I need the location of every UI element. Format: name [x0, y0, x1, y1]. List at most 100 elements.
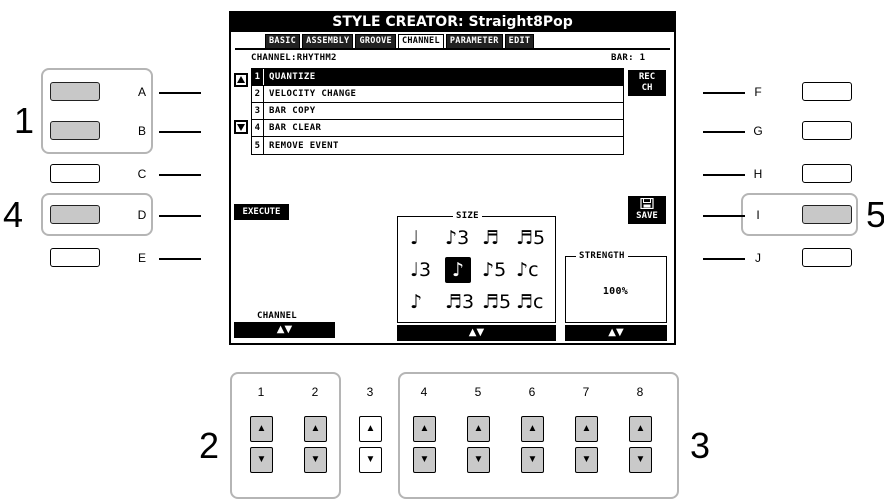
size-box: SIZE ♩ ♪3 ♬ ♬5 ♩3 ♪ ♪5 ♪c ♪ ♬3 ♬5 ♬c [397, 211, 556, 323]
strength-box: STRENGTH 100% [565, 251, 667, 323]
screen-title: STYLE CREATOR: Straight8Pop [231, 13, 674, 32]
button-a-leader [159, 92, 201, 94]
note-quarter-triplet-icon[interactable]: ♩3 [410, 257, 436, 283]
up-arrow-icon: ▲ [527, 423, 538, 434]
tab-parameter[interactable]: PARAMETER [445, 34, 503, 49]
note-sixteenth-combo-icon[interactable]: ♬c [516, 289, 543, 315]
button-j[interactable] [802, 248, 852, 267]
note-eighth-triplet-icon[interactable]: ♪3 [445, 225, 471, 251]
list-up-arrow-icon[interactable] [234, 73, 248, 87]
button-e-leader [159, 258, 201, 260]
button-1-label: 1 [257, 385, 265, 399]
note-eighth-icon[interactable]: ♪ [410, 289, 436, 315]
button-7-label: 7 [582, 385, 590, 399]
updown-1: ▲ ▼ [250, 416, 273, 473]
button-h-leader [703, 174, 745, 176]
execute-button[interactable]: EXECUTE [234, 204, 289, 220]
button-i-label: I [756, 208, 760, 222]
button-4-down[interactable]: ▼ [413, 447, 436, 473]
callout-4: 4 [3, 194, 24, 235]
button-5-up[interactable]: ▲ [467, 416, 490, 442]
job-label: BAR COPY [269, 106, 316, 116]
job-number: 2 [252, 86, 264, 102]
up-arrow-icon: ▲ [256, 423, 267, 434]
job-item-bar-copy[interactable]: 3 BAR COPY [252, 103, 623, 120]
button-5-down[interactable]: ▼ [467, 447, 490, 473]
button-7-up[interactable]: ▲ [575, 416, 598, 442]
button-8-down[interactable]: ▼ [629, 447, 652, 473]
channel-dial-bar[interactable]: ▲▼ [234, 322, 335, 338]
down-arrow-icon: ▼ [581, 454, 592, 465]
down-arrow-icon: ▼ [310, 454, 321, 465]
up-arrow-icon: ▲ [473, 423, 484, 434]
tab-groove[interactable]: GROOVE [355, 34, 396, 49]
button-f[interactable] [802, 82, 852, 101]
up-arrow-icon: ▲ [310, 423, 321, 434]
rec-ch-button[interactable]: REC CH [628, 70, 666, 96]
button-3-down[interactable]: ▼ [359, 447, 382, 473]
updown-4: ▲ ▼ [413, 416, 436, 473]
tab-basic[interactable]: BASIC [265, 34, 301, 49]
updown-8: ▲ ▼ [629, 416, 652, 473]
button-6-up[interactable]: ▲ [521, 416, 544, 442]
button-b[interactable] [50, 121, 100, 140]
up-arrow-icon: ▲ [419, 423, 430, 434]
callout-5: 5 [866, 194, 884, 235]
size-dial-bar[interactable]: ▲▼ [397, 325, 556, 341]
job-item-quantize[interactable]: 1 QUANTIZE [252, 69, 623, 86]
job-number: 3 [252, 103, 264, 119]
job-label: REMOVE EVENT [269, 140, 339, 151]
button-i-leader [703, 215, 745, 217]
button-a[interactable] [50, 82, 100, 101]
button-1-up[interactable]: ▲ [250, 416, 273, 442]
note-sixteenth-icon[interactable]: ♬ [482, 225, 508, 251]
button-3-up[interactable]: ▲ [359, 416, 382, 442]
button-g[interactable] [802, 121, 852, 140]
button-c[interactable] [50, 164, 100, 183]
button-f-leader [703, 92, 745, 94]
note-sixteenth-triplet-icon[interactable]: ♬5 [516, 225, 545, 251]
rec-ch-line2: CH [641, 83, 653, 93]
button-4-label: 4 [420, 385, 428, 399]
job-number: 4 [252, 120, 264, 136]
button-2-up[interactable]: ▲ [304, 416, 327, 442]
tab-assembly[interactable]: ASSEMBLY [302, 34, 354, 49]
button-c-leader [159, 174, 201, 176]
tab-edit[interactable]: EDIT [504, 34, 535, 49]
note-eighth-selected-icon[interactable]: ♪ [445, 257, 471, 283]
note-quarter-icon[interactable]: ♩ [410, 225, 436, 251]
list-down-arrow-icon[interactable] [234, 120, 248, 134]
button-8-up[interactable]: ▲ [629, 416, 652, 442]
updown-2: ▲ ▼ [304, 416, 327, 473]
note-eighth-combo-icon[interactable]: ♪c [516, 257, 542, 283]
size-label: SIZE [453, 211, 482, 221]
button-e[interactable] [50, 248, 100, 267]
tab-channel[interactable]: CHANNEL [397, 34, 444, 49]
button-4-up[interactable]: ▲ [413, 416, 436, 442]
strength-dial-bar[interactable]: ▲▼ [565, 325, 667, 341]
button-d-leader [159, 215, 201, 217]
note-sixteenth-swing-icon[interactable]: ♬5 [482, 289, 511, 315]
save-button[interactable]: SAVE [628, 196, 666, 224]
job-item-remove-event[interactable]: 5 REMOVE EVENT [252, 137, 623, 154]
note-thirtysecond-triplet-icon[interactable]: ♬3 [445, 289, 474, 315]
job-number: 1 [252, 69, 264, 85]
button-b-label: B [137, 124, 146, 138]
button-d[interactable] [50, 205, 100, 224]
bar-indicator: BAR: 1 [611, 53, 646, 63]
job-item-bar-clear[interactable]: 4 BAR CLEAR [252, 120, 623, 137]
ab-button-group-frame [41, 68, 153, 154]
button-7-down[interactable]: ▼ [575, 447, 598, 473]
note-eighth-swing-icon[interactable]: ♪5 [482, 257, 508, 283]
job-item-velocity-change[interactable]: 2 VELOCITY CHANGE [252, 86, 623, 103]
button-6-down[interactable]: ▼ [521, 447, 544, 473]
button-i[interactable] [802, 205, 852, 224]
button-2-down[interactable]: ▼ [304, 447, 327, 473]
rec-ch-line1: REC [638, 72, 656, 82]
button-h[interactable] [802, 164, 852, 183]
button-j-leader [703, 258, 745, 260]
button-h-label: H [753, 167, 763, 181]
button-a-label: A [137, 85, 146, 99]
strength-label: STRENGTH [576, 251, 628, 261]
button-1-down[interactable]: ▼ [250, 447, 273, 473]
